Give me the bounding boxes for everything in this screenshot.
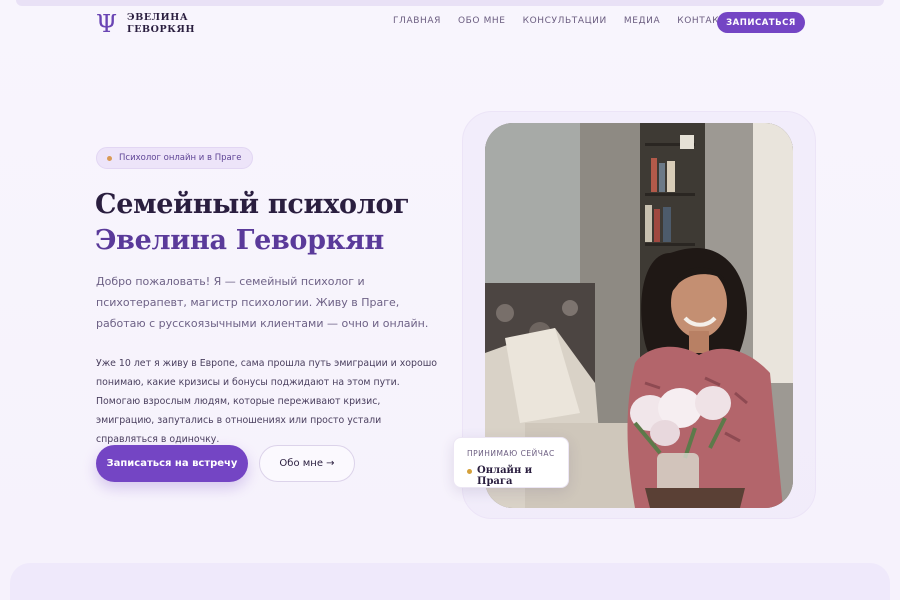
hero-lead: Добро пожаловать! Я — семейный психолог … [96,275,429,330]
psi-logo-icon: Ψ [96,10,118,38]
nav-media[interactable]: МЕДИА [624,16,660,26]
logo-last-name: ГЕВОРКЯН [127,24,196,35]
main-nav: ГЛАВНАЯ ОБО МНЕ КОНСУЛЬТАЦИИ МЕДИА КОНТА… [393,16,751,26]
status-dot-icon [467,469,472,474]
hero-title-line1: Семейный психолог [95,189,410,220]
badge-dot-icon [107,155,112,161]
next-section-panel [10,563,890,600]
nav-consultations[interactable]: КОНСУЛЬТАЦИИ [523,16,607,26]
hero-title-name: Эвелина Геворкян [95,225,385,256]
hero-title: Семейный психолог Эвелина Геворкян [95,187,455,259]
logo-first-name: ЭВЕЛИНА [127,12,189,23]
book-meeting-button[interactable]: Записаться на встречу [96,445,248,482]
site-header: Ψ ЭВЕЛИНА ГЕВОРКЯН ГЛАВНАЯ ОБО МНЕ КОНСУ… [0,6,900,38]
hero-badge-label: Психолог онлайн и в Праге [119,153,242,163]
nav-home[interactable]: ГЛАВНАЯ [393,16,441,26]
logo-text: ЭВЕЛИНА ГЕВОРКЯН [127,12,195,36]
nav-about[interactable]: ОБО МНЕ [458,16,506,26]
availability-value: Онлайн и Прага [477,465,533,487]
availability-card: ПРИНИМАЮ СЕЙЧАС Онлайн и Прага [453,437,569,488]
nav-signup-button[interactable]: ЗАПИСАТЬСЯ [717,12,805,33]
about-me-button[interactable]: Обо мне → [259,445,355,482]
availability-label: ПРИНИМАЮ СЕЙЧАС [467,449,555,458]
hero-badge: Психолог онлайн и в Праге [96,147,254,169]
logo[interactable]: Ψ ЭВЕЛИНА ГЕВОРКЯН [96,12,195,36]
hero-body: Уже 10 лет я живу в Европе, сама прошла … [96,358,438,445]
